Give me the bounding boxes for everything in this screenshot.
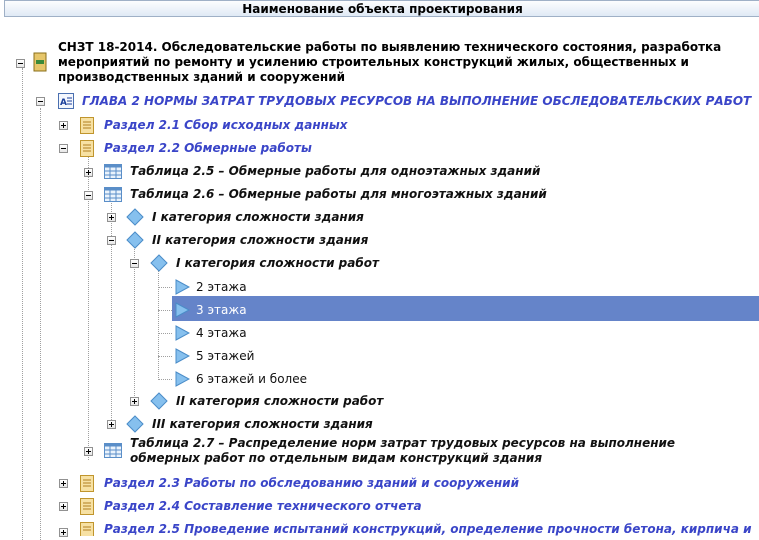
diamond-icon <box>126 208 144 226</box>
triangle-icon <box>175 302 190 318</box>
collapse-toggle[interactable] <box>36 97 45 106</box>
tree-line <box>22 68 23 540</box>
table-2-6[interactable]: Таблица 2.6 – Обмерные работы для многоэ… <box>130 187 547 202</box>
tree-line <box>158 310 172 311</box>
tree-line <box>111 200 112 422</box>
table-icon <box>104 187 122 202</box>
selected-row-highlight <box>172 296 759 321</box>
tree-line <box>158 379 172 380</box>
section-2-5[interactable]: Раздел 2.5 Проведение испытаний конструк… <box>104 522 752 537</box>
building-category-2[interactable]: II категория сложности здания <box>152 233 368 248</box>
tree-line <box>40 108 41 540</box>
floors-4[interactable]: 4 этажа <box>196 326 247 341</box>
svg-text:A: A <box>60 98 67 108</box>
tree-line <box>134 246 135 400</box>
collapse-toggle[interactable] <box>107 236 116 245</box>
section-2-3[interactable]: Раздел 2.3 Работы по обследованию зданий… <box>104 476 519 491</box>
book-icon <box>33 52 47 72</box>
expand-toggle[interactable] <box>84 168 93 177</box>
expand-toggle[interactable] <box>59 479 68 488</box>
work-category-1[interactable]: I категория сложности работ <box>176 256 379 271</box>
document-icon <box>80 522 94 536</box>
table-2-5[interactable]: Таблица 2.5 – Обмерные работы для одноэт… <box>130 164 540 179</box>
triangle-icon <box>175 325 190 341</box>
expand-toggle[interactable] <box>130 397 139 406</box>
chapter-icon: A <box>58 93 74 109</box>
triangle-icon <box>175 371 190 387</box>
table-icon <box>104 164 122 179</box>
triangle-icon <box>175 279 190 295</box>
building-category-1[interactable]: I категория сложности здания <box>152 210 364 225</box>
expand-toggle[interactable] <box>107 213 116 222</box>
tree-line <box>158 333 172 334</box>
tree-line <box>158 356 172 357</box>
section-2-2[interactable]: Раздел 2.2 Обмерные работы <box>104 141 312 156</box>
diamond-icon <box>150 392 168 410</box>
floors-5[interactable]: 5 этажей <box>196 349 254 364</box>
work-category-2[interactable]: II категория сложности работ <box>176 394 383 409</box>
section-2-1[interactable]: Раздел 2.1 Сбор исходных данных <box>104 118 348 133</box>
tree-line <box>88 155 89 460</box>
root-title[interactable]: СНЗТ 18-2014. Обследовательские работы п… <box>58 40 721 85</box>
document-icon <box>80 475 94 492</box>
expand-toggle[interactable] <box>107 420 116 429</box>
collapse-toggle[interactable] <box>59 144 68 153</box>
collapse-toggle[interactable] <box>130 259 139 268</box>
expand-toggle[interactable] <box>59 502 68 511</box>
triangle-icon <box>175 348 190 364</box>
section-2-4[interactable]: Раздел 2.4 Составление технического отче… <box>104 499 422 514</box>
collapse-toggle[interactable] <box>16 59 25 68</box>
document-icon <box>80 498 94 515</box>
tree-view[interactable]: СНЗТ 18-2014. Обследовательские работы п… <box>0 0 759 540</box>
floors-3[interactable]: 3 этажа <box>196 303 247 318</box>
expand-toggle[interactable] <box>84 447 93 456</box>
chapter-title[interactable]: ГЛАВА 2 НОРМЫ ЗАТРАТ ТРУДОВЫХ РЕСУРСОВ Н… <box>82 94 751 109</box>
building-category-3[interactable]: III категория сложности здания <box>152 417 373 432</box>
floors-2[interactable]: 2 этажа <box>196 280 247 295</box>
diamond-icon <box>126 415 144 433</box>
table-icon <box>104 443 122 458</box>
collapse-toggle[interactable] <box>84 191 93 200</box>
expand-toggle[interactable] <box>59 121 68 130</box>
document-icon <box>80 140 94 157</box>
table-2-7[interactable]: Таблица 2.7 – Распределение норм затрат … <box>130 436 675 466</box>
tree-line <box>158 287 172 288</box>
diamond-icon <box>150 254 168 272</box>
floors-6-plus[interactable]: 6 этажей и более <box>196 372 307 387</box>
diamond-icon <box>126 231 144 249</box>
document-icon <box>80 117 94 134</box>
